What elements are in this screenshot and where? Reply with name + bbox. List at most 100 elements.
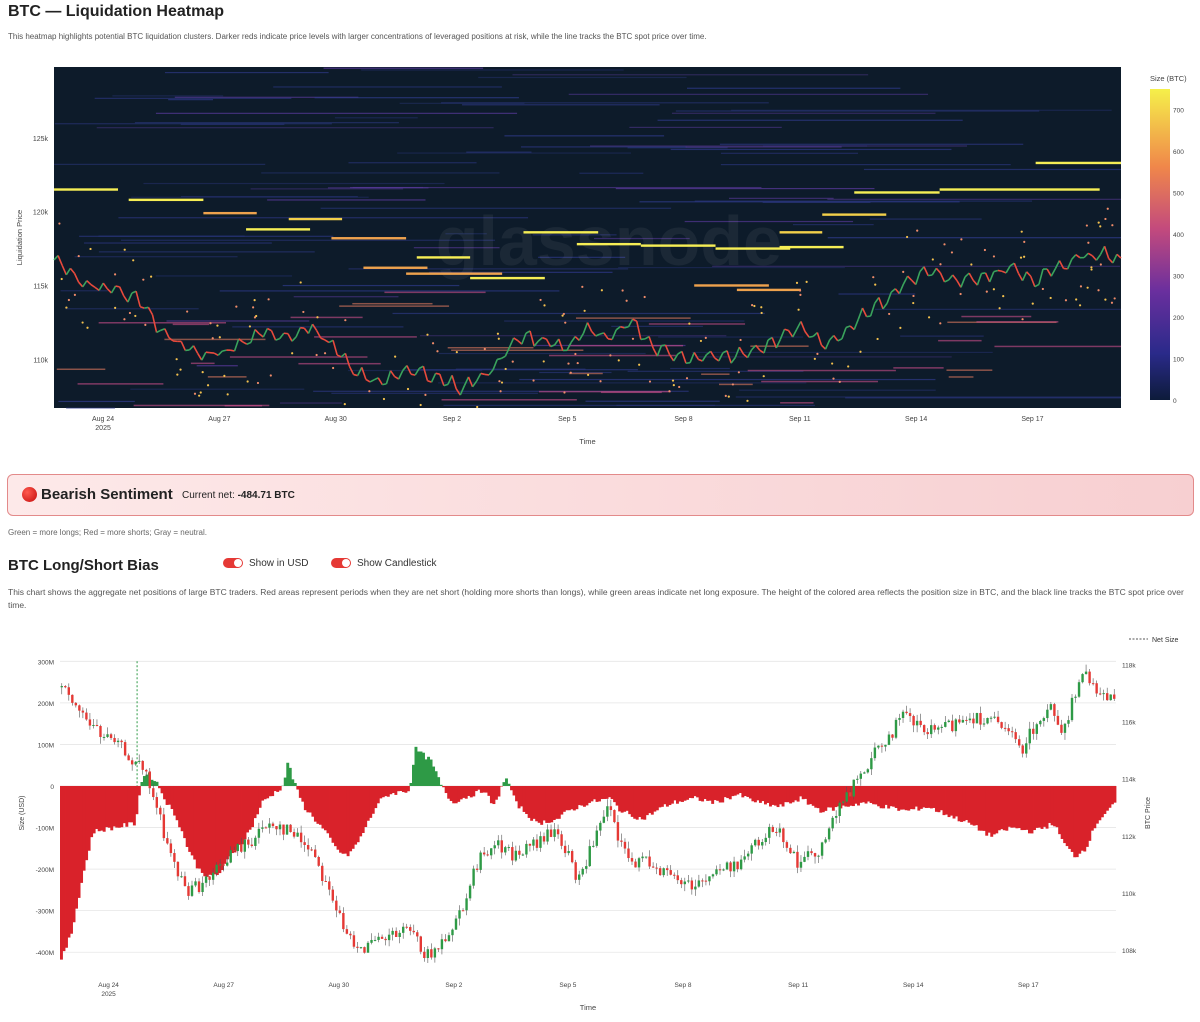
candle-body [1003,727,1007,729]
net-short-bar [404,785,408,793]
net-short-bar [769,785,772,807]
price-segment [435,372,440,375]
net-short-bar [819,785,823,813]
net-short-bar [731,785,735,797]
liquidity-band-hot [893,367,944,369]
liquidation-dot [798,289,802,292]
candle-body [975,713,979,724]
candle-body [240,844,243,852]
net-short-bar [811,785,815,806]
liquidity-band-hot [384,291,486,294]
x-tick-label: Aug 24 [98,982,119,989]
liquidity-band [334,117,418,119]
liquidity-band [670,148,952,151]
liquidity-band [512,74,869,76]
net-long-bar [507,783,511,786]
candle-body [651,866,655,868]
net-short-bar [130,785,134,823]
liquidity-band [629,126,782,129]
liquidation-dot [226,393,229,396]
liquidation-dot [504,367,507,371]
net-short-bar [334,785,337,847]
candle-body [285,824,289,835]
candle-body [785,842,789,848]
net-short-bar [479,785,483,793]
candle-body [145,769,148,772]
net-short-bar [686,785,689,800]
liquidation-cluster [640,244,716,247]
candle-body [299,832,303,843]
liquidation-dot [132,259,135,262]
candle-body [387,934,391,941]
candle-body [222,864,225,866]
candle-body [180,876,183,878]
net-short-bar [371,785,375,814]
liquidation-dot [838,380,841,383]
net-short-bar [1005,785,1009,831]
net-short-bar [1108,785,1112,808]
net-short-bar [967,785,971,823]
net-short-bar [168,785,172,805]
candle-body [187,886,190,896]
net-short-bar [673,785,677,801]
net-short-bar [628,785,632,815]
long-short-bias-chart[interactable]: 300M 200M 100M 0 -100M -200M -300M -400M 118k 116… [0,628,1200,1020]
candle-body [440,939,444,950]
liquidation-dot [1031,302,1034,305]
net-short-bar [1033,785,1036,831]
candle-body [486,854,489,856]
candle-body [669,870,672,875]
liquidity-band [361,69,624,71]
liquidity-band [112,95,224,97]
net-short-bar [929,785,933,809]
net-short-bar [266,785,270,799]
price-segment [624,325,629,329]
liquidity-band-hot [190,362,215,365]
net-short-bar [884,785,888,805]
net-short-bar [894,785,898,808]
net-short-bar [932,785,936,808]
net-short-bar [660,785,664,807]
liquidation-heatmap-chart[interactable]: glassnode 125k 120k 115k 110k Liquidation Pri… [0,58,1200,450]
liquidation-dot [600,289,603,292]
liquidation-cluster [363,266,428,269]
net-short-bar [210,785,214,876]
liquidation-cluster [1035,161,1121,165]
toggle-switch-icon[interactable] [331,558,351,568]
candle-body [120,740,123,743]
candle-body [152,788,155,798]
net-short-bar [995,785,999,834]
net-short-bar [598,785,601,802]
net-short-bar [743,785,747,796]
candle-body [155,797,158,808]
liquidity-band [792,224,874,226]
toggle-show-usd[interactable]: Show in USD [223,556,308,570]
liquidation-dot [113,273,117,276]
toggle-switch-icon[interactable] [223,558,243,568]
liquidation-dot [382,397,386,401]
net-short-bar [1085,785,1089,847]
net-short-bar [590,785,594,802]
candle-body [268,823,271,828]
price-segment [480,372,486,376]
net-short-bar [575,785,579,810]
net-short-bar [977,785,981,831]
liquidation-dot [424,393,427,396]
net-short-bar [600,785,604,800]
net-short-bar [706,785,710,801]
net-short-bar [874,785,878,805]
net-short-bar [567,785,571,811]
liquidity-band-hot [164,338,266,341]
net-short-bar [520,785,524,807]
candle-body [398,932,401,938]
net-short-bar [605,785,609,799]
net-short-bar [753,785,757,803]
liquidation-dot [795,281,799,284]
candle-body [849,792,852,797]
candle-body [226,862,229,866]
net-short-bar [638,785,642,818]
liquidation-dot [970,263,973,266]
toggle-show-candlestick[interactable]: Show Candlestick [331,556,436,570]
liquidation-dot [587,373,590,376]
y-tick-label: 100M [38,742,54,749]
